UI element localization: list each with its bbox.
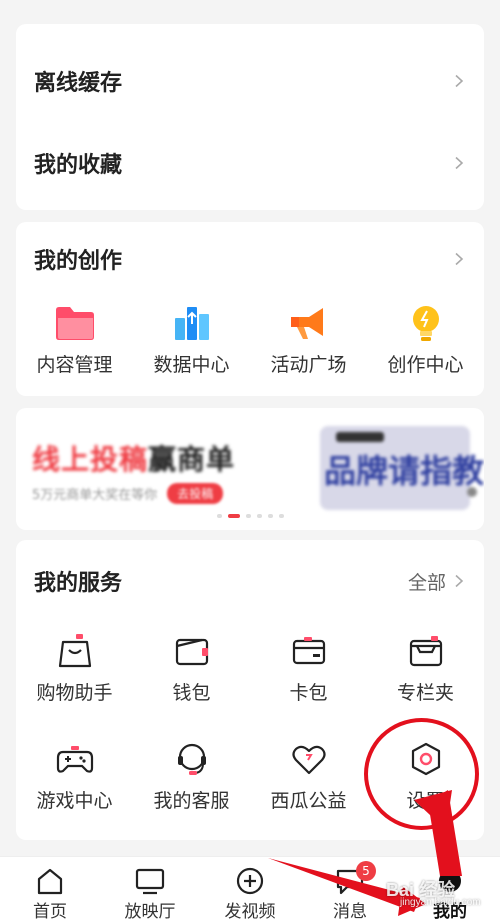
favorites-label: 我的收藏 [34,153,123,178]
folder-icon [55,307,94,340]
xigua-charity-label: 西瓜公益 [270,790,347,812]
creator-center-label: 创作中心 [387,354,464,376]
customer-service-label: 我的客服 [153,790,230,812]
wallet-icon [175,638,208,666]
banner-pagination [16,514,484,518]
tv-icon [135,868,165,895]
data-center-label: 数据中心 [153,354,230,376]
content-management-item[interactable]: 内容管理 [16,304,133,377]
nav-home[interactable]: 首页 [0,857,100,924]
nav-post-video-label: 发视频 [224,902,276,922]
creator-center-item[interactable]: 创作中心 [367,304,484,377]
offline-cache-label: 离线缓存 [34,71,123,96]
shopping-assistant-label: 购物助手 [36,682,113,704]
message-count-badge: 5 [356,861,376,881]
nav-home-label: 首页 [33,902,67,922]
shopping-assistant-item[interactable]: 购物助手 [16,632,133,705]
watermark-url: jingyan.baidu.com [400,897,481,908]
creation-card: 我的创作 内容管理 数据中心 活动广场 创作中心 [16,222,484,396]
nav-post-video[interactable]: 发视频 [200,857,300,924]
plus-circle-icon [236,867,264,895]
customer-service-item[interactable]: 我的客服 [133,740,250,813]
data-center-item[interactable]: 数据中心 [133,304,250,377]
activity-square-item[interactable]: 活动广场 [250,304,367,377]
chevron-right-icon [455,574,464,588]
pagination-dot-active [227,514,240,518]
offline-cache-row[interactable]: 离线缓存 [34,66,466,96]
bar-chart-icon [174,307,209,340]
nav-messages[interactable]: 5 消息 [300,857,400,924]
nav-theater-label: 放映厅 [124,902,176,922]
shopping-bag-icon [58,634,91,668]
chevron-right-icon [455,252,464,266]
pagination-dot [278,514,284,518]
card-holder-label: 卡包 [289,682,328,704]
banner-subtitle: 5万元商单大奖在等你 去投稿 [32,483,224,504]
banner-subtitle-text: 5万元商单大奖在等你 [32,488,158,503]
quick-links-card: 离线缓存 我的收藏 [16,24,484,210]
card-holder-item[interactable]: 卡包 [250,632,367,705]
favorites-row[interactable]: 我的收藏 [34,148,466,178]
pagination-dot [245,514,251,518]
services-title: 我的服务 [34,571,123,596]
creation-title: 我的创作 [34,249,123,274]
wallet-label: 钱包 [172,682,211,704]
services-header: 我的服务 全部 [34,566,466,596]
megaphone-icon [290,308,323,339]
column-folder-icon [409,636,442,667]
chevron-right-icon [455,156,464,170]
game-center-label: 游戏中心 [36,790,113,812]
banner-title: 线上投稿赢商单 [32,438,235,478]
services-all-label: 全部 [407,571,446,594]
activity-square-label: 活动广场 [270,354,347,376]
column-folder-label: 专栏夹 [396,682,454,704]
gamepad-icon [56,746,93,773]
chevron-right-icon [455,74,464,88]
column-folder-item[interactable]: 专栏夹 [367,632,484,705]
banner-art-text: 品牌请指教 [324,452,484,490]
pagination-dot [267,514,273,518]
home-icon [37,868,63,895]
xigua-charity-item[interactable]: 西瓜公益 [250,740,367,813]
heart-icon [291,745,326,775]
nav-messages-label: 消息 [333,902,367,922]
pagination-dot [216,514,222,518]
promo-banner[interactable]: 线上投稿赢商单 5万元商单大奖在等你 去投稿 品牌请指教 [16,408,484,530]
banner-illustration: 品牌请指教 [320,426,484,510]
highlight-circle-annotation [364,718,479,830]
banner-title-highlight: 线上投稿 [32,443,149,476]
creation-header[interactable]: 我的创作 [34,244,466,274]
game-center-item[interactable]: 游戏中心 [16,740,133,813]
content-management-label: 内容管理 [36,354,113,376]
wallet-item[interactable]: 钱包 [133,632,250,705]
pagination-dot [256,514,262,518]
banner-cta: 去投稿 [167,483,224,504]
services-all-link[interactable]: 全部 [408,568,466,595]
headset-icon [177,743,206,775]
lightbulb-icon [412,306,439,341]
card-icon [292,637,325,665]
nav-theater[interactable]: 放映厅 [100,857,200,924]
banner-title-rest: 赢商单 [148,443,236,476]
